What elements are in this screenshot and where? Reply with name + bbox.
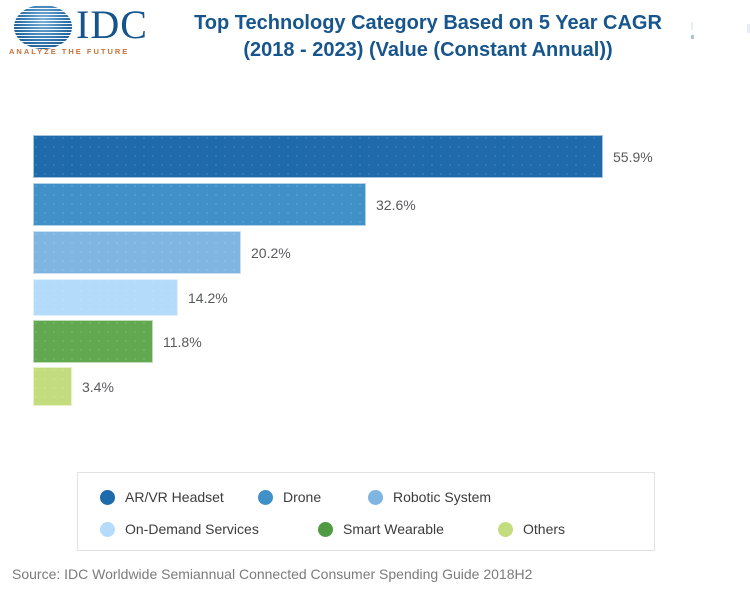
chart-header: IDC ANALYZE THE FUTURE Top Technology Ca… [0,0,750,100]
legend-label: On-Demand Services [125,521,259,537]
edge-artifact [691,22,693,30]
legend-swatch-icon [368,489,383,505]
logo-tagline: ANALYZE THE FUTURE [9,47,130,56]
legend-swatch-icon [498,521,513,537]
legend-item-robotic-system[interactable]: Robotic System [368,481,491,513]
legend-swatch-icon [100,489,115,505]
legend-item-smart-wearable[interactable]: Smart Wearable [318,513,444,545]
bar-value-label: 11.8% [163,333,202,350]
bar-value-label: 20.2% [251,244,291,261]
chart-legend: AR/VR Headset Drone Robotic System On-Deman… [77,472,655,551]
legend-row: On-Demand Services Smart Wearable Others [78,513,654,545]
legend-label: Smart Wearable [343,521,444,537]
legend-swatch-icon [318,521,333,537]
bar-value-label: 55.9% [613,148,653,165]
legend-label: Robotic System [393,489,492,505]
legend-row: AR/VR Headset Drone Robotic System [78,481,654,513]
bar-row: 55.9% [33,135,733,178]
striped-ellipse-icon [14,5,72,49]
legend-swatch-icon [100,521,115,537]
bar-value-label: 3.4% [82,378,114,395]
page-title: Top Technology Category Based on 5 Year … [168,10,688,64]
idc-logo: IDC ANALYZE THE FUTURE [6,2,166,57]
legend-item-others[interactable]: Others [498,513,565,545]
bar-ar-vr-headset[interactable] [33,135,603,178]
bar-value-label: 14.2% [188,289,228,306]
logo-wordmark: IDC [76,2,148,47]
bar-others[interactable] [33,367,72,406]
bar-value-label: 32.6% [376,196,416,213]
edge-artifact [691,35,694,39]
legend-label: Drone [283,489,322,505]
legend-label: AR/VR Headset [125,489,224,505]
bar-row: 32.6% [33,183,733,226]
legend-swatch-icon [258,489,273,505]
legend-item-drone[interactable]: Drone [258,481,321,513]
legend-item-ar-vr-headset[interactable]: AR/VR Headset [100,481,224,513]
bar-row: 14.2% [33,279,733,316]
bar-chart-plot-area: 55.9% 32.6% 20.2% 14.2% 11.8% 3.4% [0,120,750,450]
legend-item-on-demand-services[interactable]: On-Demand Services [100,513,259,545]
bar-robotic-system[interactable] [33,231,241,274]
bar-row: 20.2% [33,231,733,274]
bar-row: 11.8% [33,320,733,363]
bar-on-demand-services[interactable] [33,279,178,316]
bar-row: 3.4% [33,367,733,406]
source-note: Source: IDC Worldwide Semiannual Connect… [12,566,533,582]
bar-smart-wearable[interactable] [33,320,153,363]
legend-label: Others [523,521,566,537]
page-title-line-1: Top Technology Category Based on 5 Year … [194,12,662,34]
page-title-line-2: (2018 - 2023) (Value (Constant Annual)) [243,39,613,61]
bar-drone[interactable] [33,183,366,226]
